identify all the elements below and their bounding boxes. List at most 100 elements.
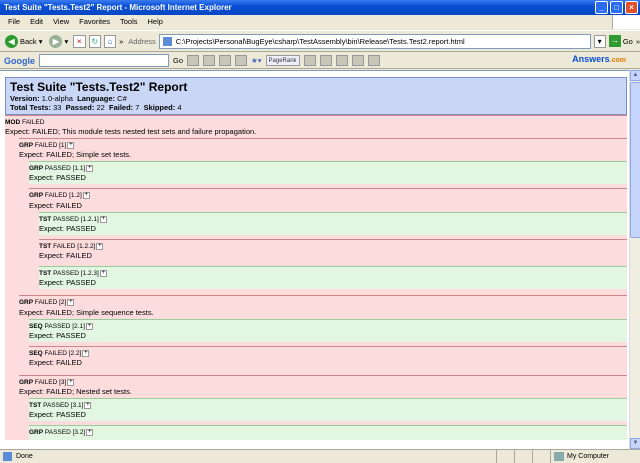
skipped-label: Skipped: [143,103,176,112]
result-tag: GRP [29,192,44,200]
minimize-button[interactable]: _ [595,1,608,14]
popup-blocker-icon[interactable] [303,55,316,66]
back-button[interactable]: ◀ Back ▾ [3,33,44,50]
total-label: Total Tests: [10,103,51,112]
highlight-icon[interactable] [367,55,380,66]
expand-toggle[interactable]: + [86,429,94,437]
back-label: Back [20,36,37,46]
status-cell [532,450,550,463]
address-dropdown-icon[interactable]: ▾ [593,34,606,48]
scroll-up-icon[interactable]: ▲ [630,70,640,81]
report-title: Test Suite "Tests.Test2" Report [10,80,188,94]
scroll-down-icon[interactable]: ▼ [630,438,640,449]
result-expect: Expect: FAILED; Nested set tests. [19,387,132,397]
result-expect: Expect: FAILED; This module tests nested… [5,127,257,136]
report-version-line: Version: 1.0-alpha Language: C# [10,94,622,103]
result-expect: Expect: PASSED [29,410,86,420]
result-status: PASSED [1.1] [44,165,86,173]
close-button[interactable]: × [625,1,638,14]
status-cell [514,450,532,463]
status-text: Done [0,450,496,463]
result-expect [29,438,627,440]
settings-icon[interactable] [351,55,364,66]
module-block: MOD FAILED Expect: FAILED; This module t… [5,115,627,440]
expand-toggle[interactable]: + [99,215,107,223]
address-input[interactable]: C:\Projects\Personal\BugEye\csharp\TestA… [158,33,591,49]
menu-view[interactable]: View [48,15,74,29]
expand-toggle[interactable]: + [84,402,92,410]
expand-toggle[interactable]: + [99,270,107,278]
language-value: C# [117,94,127,103]
home-icon[interactable]: ⌂ [103,34,117,48]
result-block-2: GRP FAILED [2] + Expect: FAILED; Simple s… [19,295,627,369]
page-content: Test Suite "Tests.Test2" Report Version:… [0,70,629,449]
refresh-icon[interactable]: ↻ [88,34,101,48]
result-status: PASSED [1.2.3] [53,270,99,278]
passed-value: 22 [96,103,105,112]
google-go-label[interactable]: Go [173,56,183,65]
result-tag: SEQ [29,322,43,330]
toolbar-overflow-icon[interactable]: » [119,37,123,46]
menu-help[interactable]: Help [143,15,168,29]
result-status: PASSED [1.2.1] [53,215,99,223]
result-expect: Expect: FAILED; Simple sequence tests. [19,307,154,317]
failed-label: Failed: [108,103,134,112]
security-zone: My Computer [550,450,640,463]
links-overflow-icon[interactable]: » [636,37,640,46]
result-expect: Expect: FAILED; Simple set tests. [19,150,132,160]
address-label: Address [128,36,156,46]
autofill-icon[interactable] [335,55,348,66]
go-arrow-icon: → [608,35,621,47]
menu-tools[interactable]: Tools [115,15,143,29]
expand-toggle[interactable]: + [67,299,75,307]
result-status: FAILED [21,119,45,126]
menu-file[interactable]: File [3,15,25,29]
result-status: FAILED [1] [34,142,67,150]
version-label: Version: [10,94,40,103]
search-site-icon[interactable] [203,55,216,66]
menu-edit[interactable]: Edit [25,15,48,29]
result-status: PASSED [3.1] [43,402,84,410]
go-button[interactable]: → Go [608,34,633,49]
star-icon[interactable]: ★▾ [251,56,262,65]
scroll-thumb[interactable] [630,82,640,238]
stop-icon[interactable]: × [73,34,86,48]
news-icon[interactable] [219,55,232,66]
pagerank-indicator: PageRank [265,55,300,66]
test-report: Test Suite "Tests.Test2" Report Version:… [5,77,627,440]
go-label: Go [622,36,633,46]
result-block-1-2-1: TST PASSED [1.2.1] + Expect: PASSED [39,211,627,235]
menu-favorites[interactable]: Favorites [74,15,115,29]
expand-toggle[interactable]: + [85,322,93,330]
answers-logo[interactable]: Answers.com [572,54,626,64]
vertical-scrollbar[interactable]: ▲ ▼ [629,70,640,449]
result-expect: Expect: PASSED [29,330,86,340]
forward-button[interactable]: ▶ ▾ [47,33,70,50]
result-block-1-1: GRP PASSED [1.1] + Expect: PASSED [29,161,627,185]
expand-toggle[interactable]: + [82,349,90,357]
passed-label: Passed: [65,103,95,112]
spellcheck-icon[interactable] [319,55,332,66]
skipped-value: 4 [177,103,182,112]
expand-toggle[interactable]: + [86,165,94,173]
version-value: 1.0-alpha [41,94,73,103]
result-tag: GRP [29,165,44,173]
result-block-3: GRP FAILED [3] + Expect: FAILED; Nested s… [19,374,627,440]
expand-toggle[interactable]: + [82,192,90,200]
result-status: PASSED [3.2] [44,429,86,437]
result-status: FAILED [2.2] [44,349,82,357]
bookmark-icon[interactable] [235,55,248,66]
expand-toggle[interactable]: + [96,242,104,250]
google-logo: Google [4,55,35,66]
result-block-3-2: GRP PASSED [3.2] + [29,425,627,440]
expand-toggle[interactable]: + [67,142,75,149]
maximize-button[interactable]: □ [610,1,623,14]
answers-suffix: .com [609,57,626,64]
google-search-input[interactable] [39,54,169,67]
expand-toggle[interactable]: + [67,378,75,386]
google-toolbar: Google Go ★▾ PageRank Answers.com [0,53,640,69]
search-web-icon[interactable] [187,55,200,66]
result-block-1-2: GRP FAILED [1.2] + Expect: FAILED TST PAS… [29,188,627,290]
window-title: Test Suite "Tests.Test2" Report - Micros… [4,3,232,12]
result-tag: SEQ [29,349,43,357]
